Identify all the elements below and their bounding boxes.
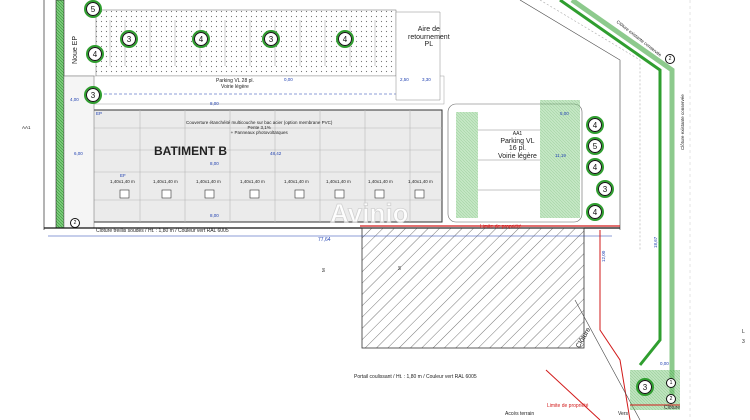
tree-marker: 4 xyxy=(586,116,604,134)
building-width-dim: 48,42 xyxy=(270,151,282,156)
tree-marker: 4 xyxy=(336,30,354,48)
east-fence-label: Clôture existante conservée xyxy=(680,94,685,150)
tree-marker: 3 xyxy=(120,30,138,48)
cutoff-right-b: 3 xyxy=(742,339,745,345)
door-label: 1,40x1,40 m xyxy=(326,179,351,184)
tree-marker: 3 xyxy=(636,378,654,396)
point-tag: 1 xyxy=(666,378,676,388)
dim-2-50: 2,50 xyxy=(400,77,409,82)
door-label: 1,40x1,40 m xyxy=(110,179,135,184)
door-label: 1,40x1,40 m xyxy=(284,179,309,184)
dim-18-67: 18,67 xyxy=(653,236,658,248)
tree-marker: 5 xyxy=(586,137,604,155)
dim-77-64: 77,64 xyxy=(318,237,331,243)
building-name: BATIMENT B xyxy=(154,144,228,158)
dim-11-19: 11,19 xyxy=(555,153,566,158)
door-label: 1,40x1,40 m xyxy=(408,179,433,184)
dim-8-00-b: 8,00 xyxy=(210,161,219,166)
tree-marker: 4 xyxy=(192,30,210,48)
ef-label: EF xyxy=(120,173,126,178)
dim-12-00: 12,00 xyxy=(601,250,606,262)
gate-label: Portail coulissant / Ht. : 1,80 m / Coul… xyxy=(354,374,477,380)
parking-vl-top-label: Parking VL 28 pl. Voirie légère xyxy=(216,78,254,90)
turnaround-label: Aire de retournement PL xyxy=(408,26,450,49)
watermark: Avinio xyxy=(330,198,408,228)
dim-4-00: 4,00 xyxy=(70,97,79,102)
roof-note: Couverture étanchéité multicouche sur ba… xyxy=(186,120,333,135)
west-fence-strip xyxy=(55,0,65,229)
limit-bottom-label: Limite de propriété xyxy=(547,403,589,409)
dim-8-00-c: 8,00 xyxy=(210,213,219,218)
cutoff-vers: Vers xyxy=(618,411,629,417)
dim-0-00-top: 0,00 xyxy=(284,77,293,82)
south-fence-label: Clôture treillis soudés / Ht. : 1,80 m /… xyxy=(96,228,229,234)
tree-marker: 3 xyxy=(596,180,614,198)
cutoff-right-a: L xyxy=(742,329,745,335)
section-m-b: M xyxy=(397,266,402,270)
point-tag: 2 xyxy=(666,394,676,404)
dim-8-00-a: 8,00 xyxy=(210,101,219,106)
dim-5-00: 5,00 xyxy=(560,111,569,116)
tree-marker: 4 xyxy=(586,158,604,176)
cutoff-acces: Accès terrain xyxy=(505,411,535,417)
door-label: 1,40x1,40 m xyxy=(240,179,265,184)
door-label: 1,40x1,40 m xyxy=(153,179,178,184)
ep-label: EP xyxy=(96,111,103,116)
site-plan: Avinio xyxy=(43,0,691,420)
door-label: 1,40x1,40 m xyxy=(368,179,393,184)
right-parking-label: AA1 Parking VL 16 pl. Voirie légère xyxy=(498,131,537,160)
limit-top-label: Limite de propriété xyxy=(480,224,522,230)
cloture-bottom-label: Clôture xyxy=(664,405,681,411)
tree-marker: 3 xyxy=(84,86,102,104)
tree-marker: 5 xyxy=(84,0,102,18)
dim-0-00-mid: 0,00 xyxy=(660,361,669,366)
tree-marker: 4 xyxy=(86,45,104,63)
section-m-a: M xyxy=(321,268,326,272)
point-tag: 2 xyxy=(70,218,80,228)
door-label: 1,40x1,40 m xyxy=(196,179,221,184)
dim-6-00: 6,00 xyxy=(74,151,83,156)
tree-marker: 4 xyxy=(586,203,604,221)
point-tag: 2 xyxy=(665,54,675,64)
dim-3-30: 3,30 xyxy=(422,77,431,82)
tree-marker: 3 xyxy=(262,30,280,48)
noue-ep-label: Noue EP xyxy=(72,35,79,64)
section-aa1-left: AA1 xyxy=(22,125,31,130)
